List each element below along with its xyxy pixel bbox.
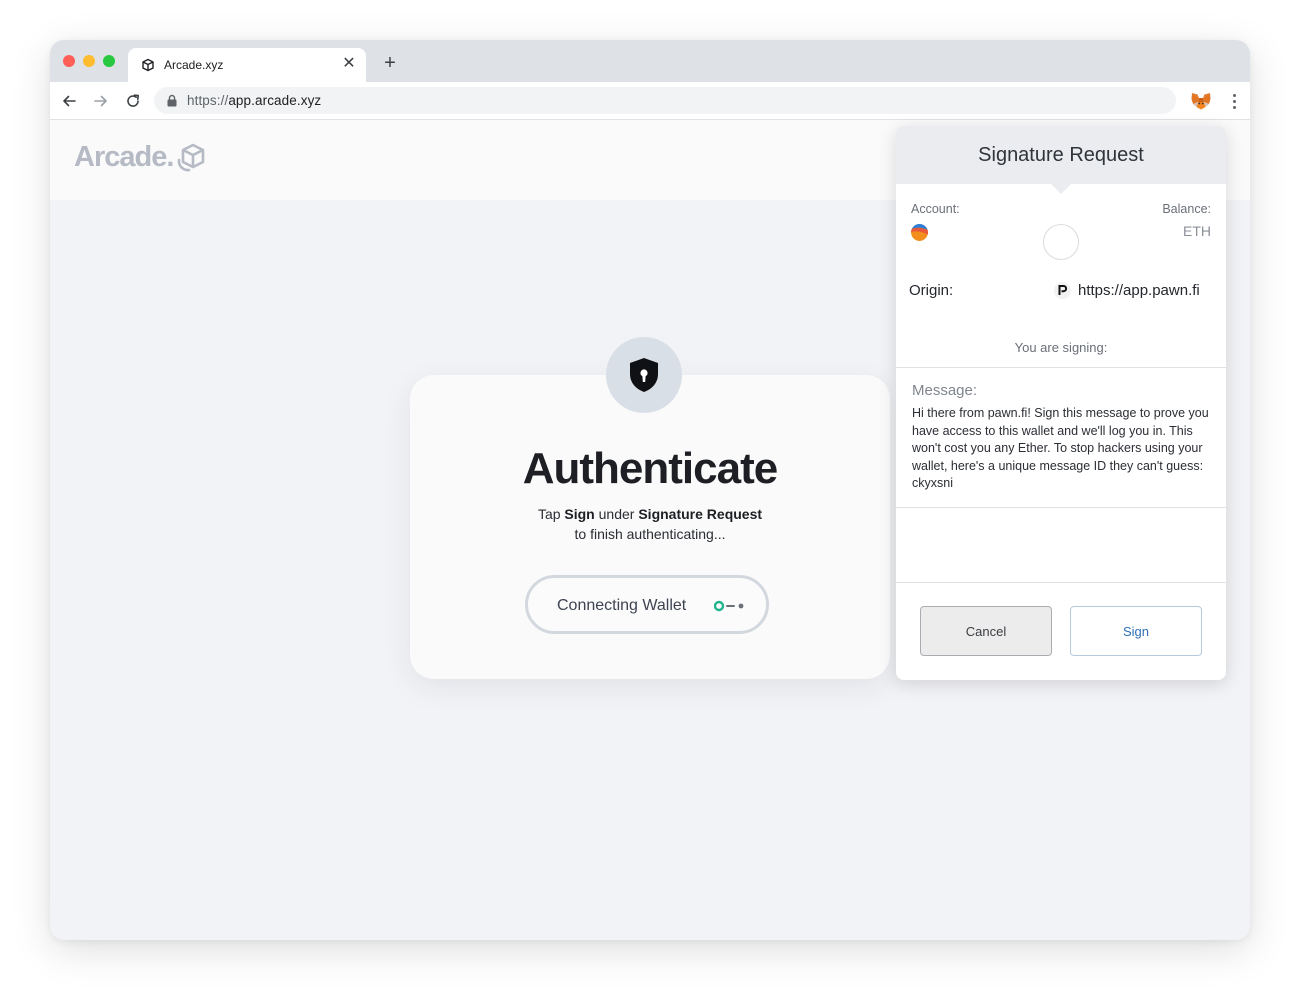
origin-url: https://app.pawn.fi [1078, 282, 1200, 299]
shield-keyhole-icon [630, 358, 658, 392]
browser-menu-button[interactable] [1224, 90, 1244, 112]
wallet-identicon [1043, 224, 1079, 260]
divider [896, 507, 1226, 508]
instruction-line2: to finish authenticating... [574, 526, 726, 542]
browser-toolbar: https://app.arcade.xyz [50, 82, 1250, 120]
reload-button[interactable] [122, 90, 144, 112]
signature-request-popup: Signature Request Account: Balance: ETH … [896, 126, 1226, 680]
header-notch [1051, 184, 1071, 194]
divider [896, 582, 1226, 583]
address-bar[interactable]: https://app.arcade.xyz [154, 87, 1176, 114]
instruction-request: Signature Request [638, 506, 763, 522]
instruction-sign: Sign [564, 506, 595, 522]
tab-strip: Arcade.xyz ✕ + [50, 40, 1250, 82]
signature-request-title: Signature Request [978, 144, 1144, 166]
url-scheme: https:// [187, 93, 229, 108]
signature-request-header: Signature Request [896, 126, 1226, 184]
connection-status-icon [714, 600, 744, 612]
tab-close-icon[interactable]: ✕ [340, 55, 358, 73]
auth-title: Authenticate [522, 444, 778, 493]
message-text: Hi there from pawn.fi! Sign this message… [912, 406, 1209, 490]
browser-tab-arcade[interactable]: Arcade.xyz ✕ [128, 48, 366, 82]
browser-window: Arcade.xyz ✕ + https://app.arcade.xyz Ar… [50, 40, 1250, 940]
url-host: app.arcade.xyz [228, 93, 322, 108]
arcade-favicon-icon [142, 58, 154, 72]
cancel-button[interactable]: Cancel [920, 606, 1052, 656]
reload-icon [127, 94, 139, 107]
you-are-signing-label: You are signing: [1014, 340, 1108, 355]
minimize-window-button[interactable] [83, 55, 95, 67]
instruction-prefix: Tap [537, 506, 565, 522]
pawn-favicon-icon [1054, 282, 1071, 299]
origin-label: Origin: [909, 282, 954, 299]
lock-icon [167, 94, 177, 107]
account-avatar-icon [911, 224, 928, 241]
message-label: Message: [912, 382, 978, 399]
new-tab-button[interactable]: + [380, 53, 400, 73]
auth-instructions: Tap Sign under Signature Request to fini… [410, 504, 890, 544]
forward-button[interactable] [90, 90, 112, 112]
auth-badge [606, 337, 682, 413]
arrow-right-icon [94, 95, 107, 107]
divider [896, 367, 1226, 368]
arcade-logo[interactable]: Arcade. [74, 140, 209, 174]
metamask-fox-icon[interactable] [1190, 90, 1212, 112]
balance-value: ETH [1183, 223, 1211, 239]
back-button[interactable] [58, 90, 80, 112]
connecting-wallet-label: Connecting Wallet [557, 597, 687, 614]
logo-text: Arcade. [74, 140, 174, 173]
close-window-button[interactable] [63, 55, 75, 67]
tab-title: Arcade.xyz [164, 58, 224, 72]
arrow-left-icon [63, 95, 76, 107]
instruction-mid: under [594, 506, 639, 522]
arcade-cube-icon [178, 143, 205, 172]
sign-button[interactable]: Sign [1070, 606, 1202, 656]
url-text: https://app.arcade.xyz [187, 93, 321, 108]
account-label: Account: [911, 202, 960, 216]
connecting-wallet-button[interactable]: Connecting Wallet [525, 575, 769, 634]
balance-label: Balance: [1162, 202, 1211, 216]
maximize-window-button[interactable] [103, 55, 115, 67]
